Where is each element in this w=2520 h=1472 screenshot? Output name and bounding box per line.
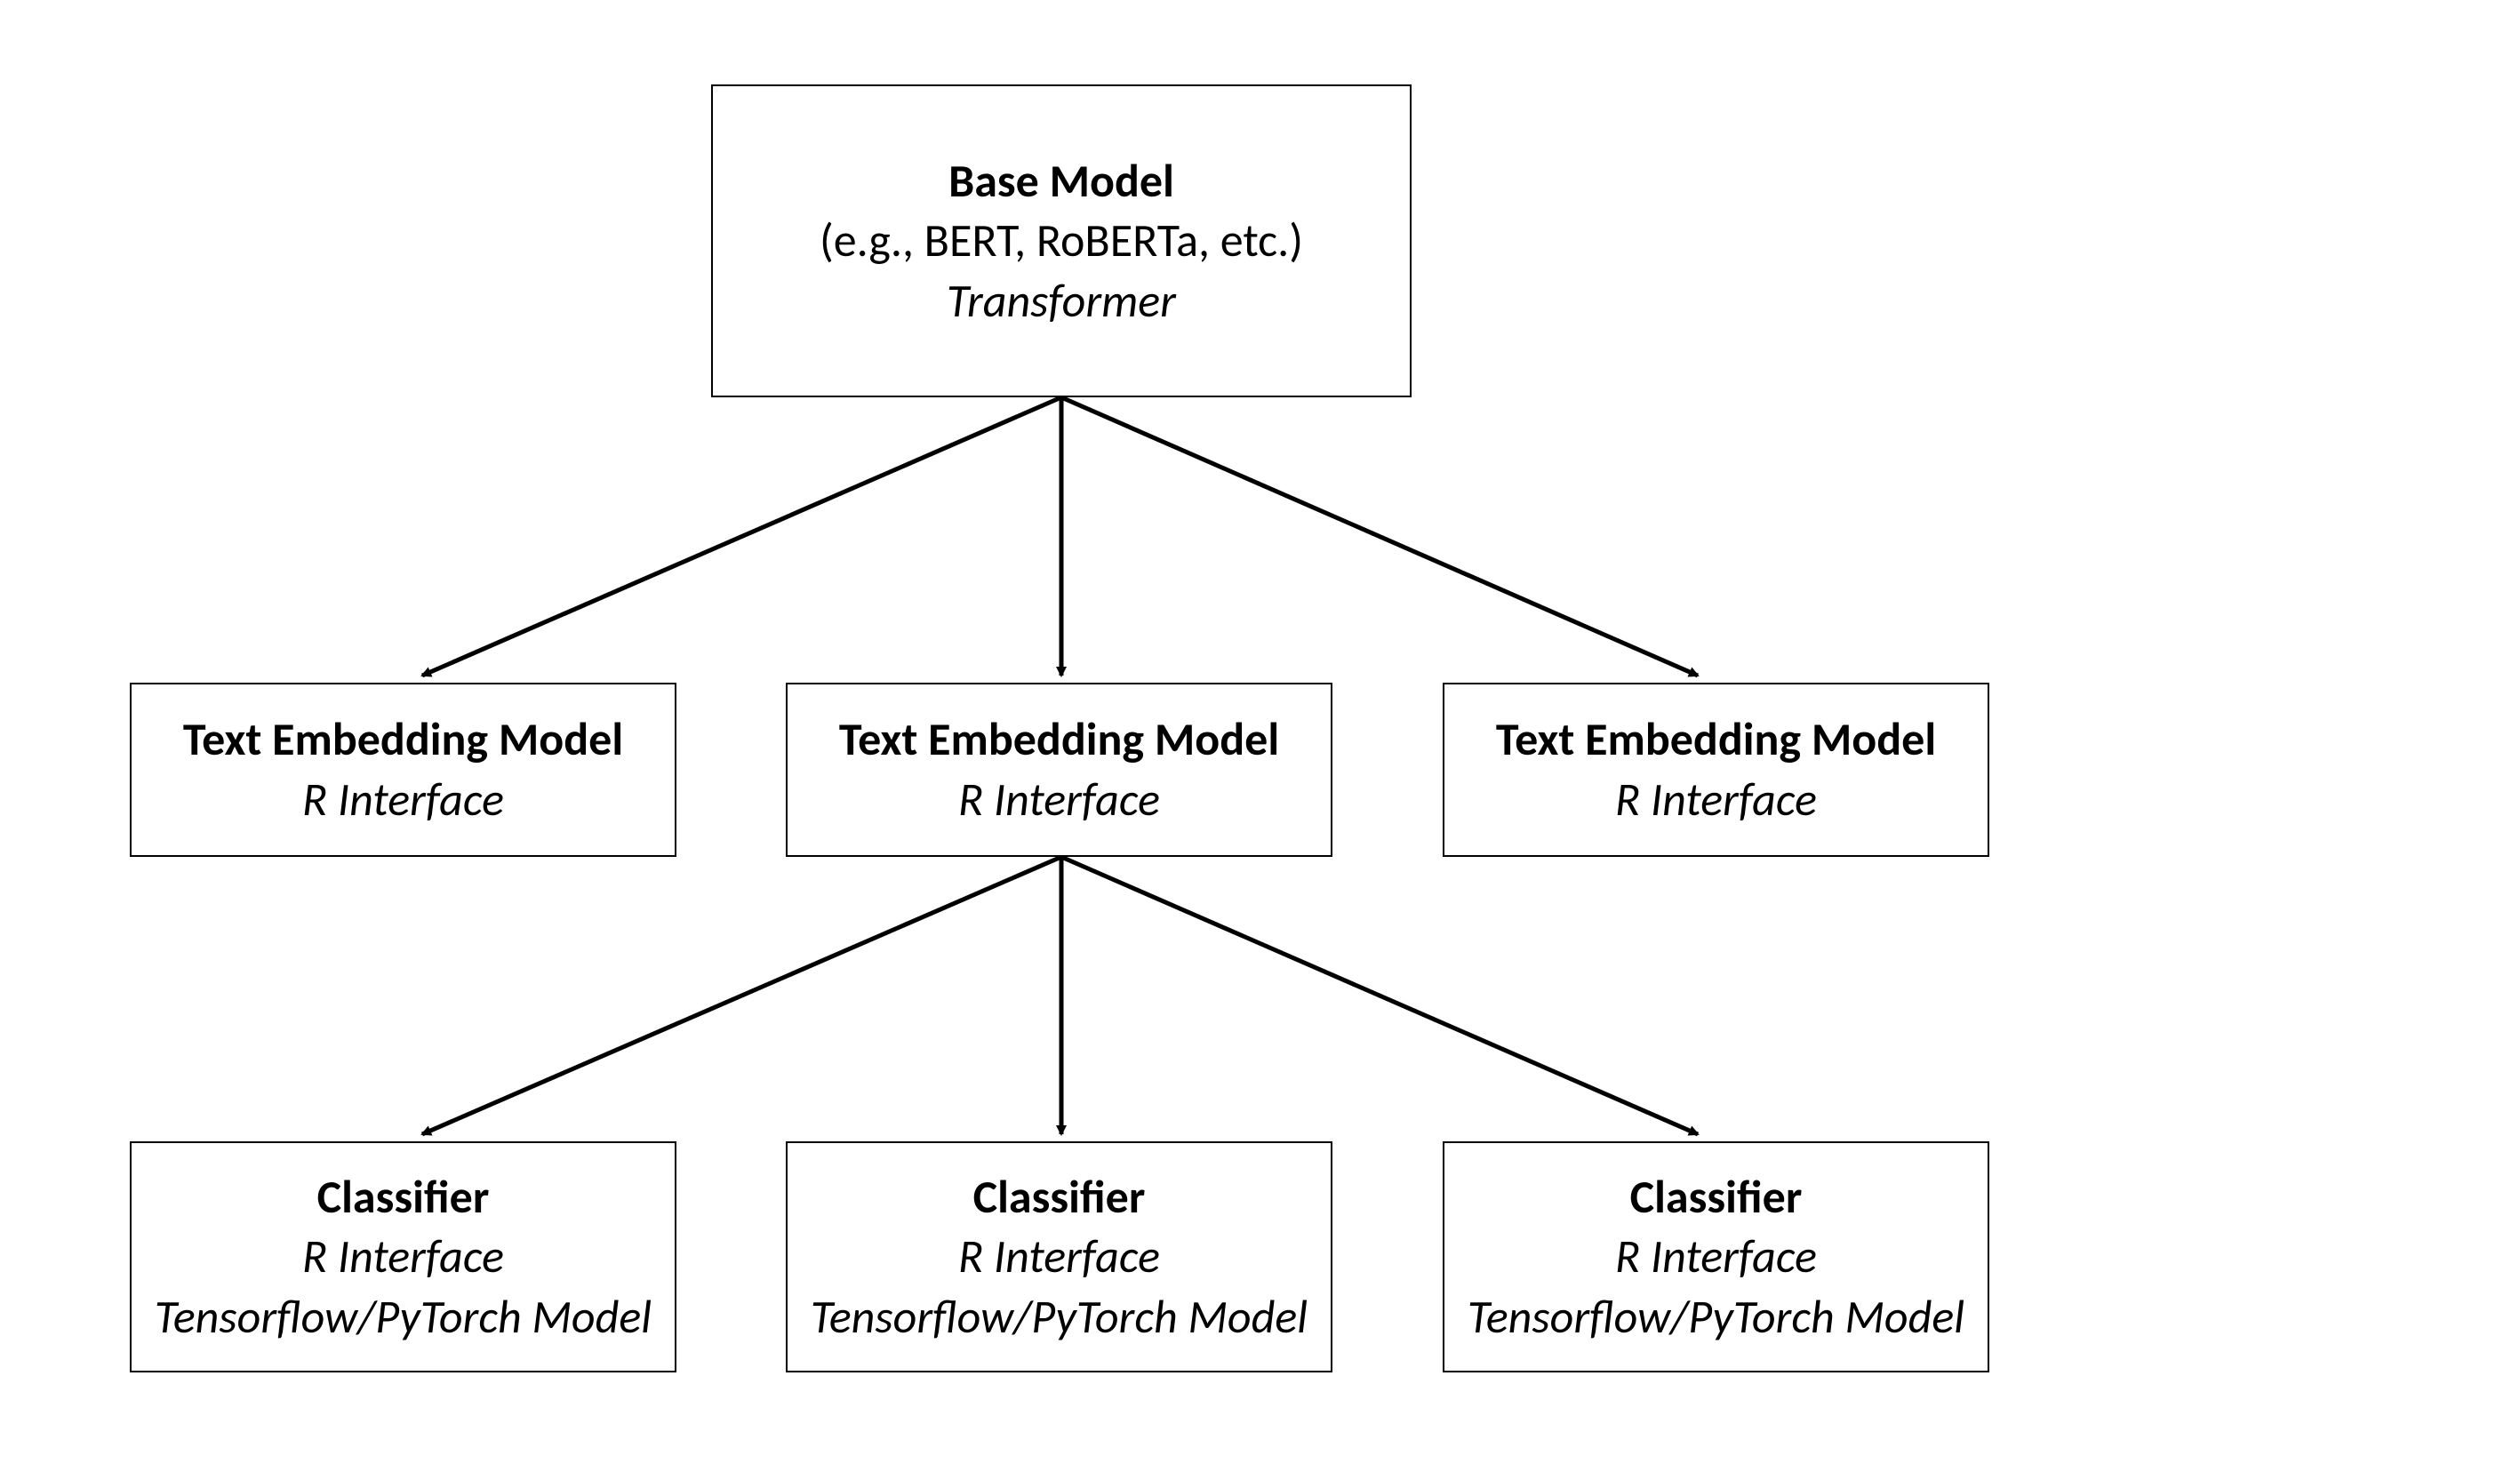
base-model-subtitle: (e.g., BERT, RoBERTa, etc.) <box>820 211 1303 271</box>
base-model-title: Base Model <box>948 151 1174 212</box>
classifier-2-interface: R Interface <box>958 1227 1160 1287</box>
base-model-node: Base Model (e.g., BERT, RoBERTa, etc.) T… <box>711 84 1412 397</box>
classifier-1-framework: Tensorflow/PyTorch Model <box>155 1287 652 1348</box>
embedding-model-2-type: R Interface <box>958 770 1160 830</box>
classifier-1-interface: R Interface <box>302 1227 504 1287</box>
classifier-1-title: Classifier <box>317 1167 490 1228</box>
classifier-3-framework: Tensorflow/PyTorch Model <box>1468 1287 1964 1348</box>
embedding-model-2-node: Text Embedding Model R Interface <box>786 683 1332 857</box>
classifier-3-interface: R Interface <box>1615 1227 1817 1287</box>
embedding-model-3-type: R Interface <box>1615 770 1817 830</box>
embedding-model-2-title: Text Embedding Model <box>839 709 1279 770</box>
classifier-2-framework: Tensorflow/PyTorch Model <box>811 1287 1308 1348</box>
embedding-model-3-title: Text Embedding Model <box>1496 709 1936 770</box>
embedding-model-1-title: Text Embedding Model <box>183 709 623 770</box>
embedding-model-1-type: R Interface <box>302 770 504 830</box>
classifier-3-title: Classifier <box>1630 1167 1803 1228</box>
embedding-model-1-node: Text Embedding Model R Interface <box>130 683 676 857</box>
classifier-2-title: Classifier <box>973 1167 1146 1228</box>
classifier-1-node: Classifier R Interface Tensorflow/PyTorc… <box>130 1141 676 1372</box>
classifier-2-node: Classifier R Interface Tensorflow/PyTorc… <box>786 1141 1332 1372</box>
embedding-model-3-node: Text Embedding Model R Interface <box>1443 683 1989 857</box>
classifier-3-node: Classifier R Interface Tensorflow/PyTorc… <box>1443 1141 1989 1372</box>
base-model-type: Transformer <box>947 271 1176 332</box>
